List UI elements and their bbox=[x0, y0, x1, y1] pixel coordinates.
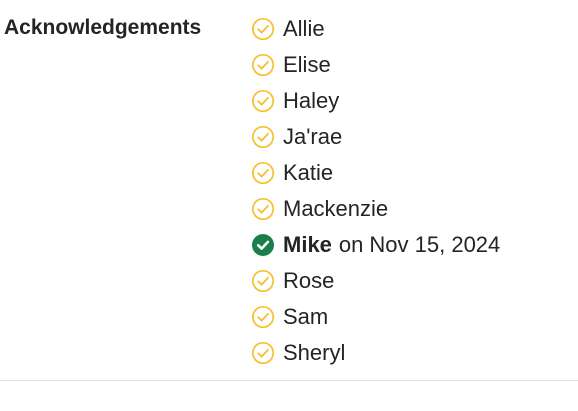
acknowledged-check-circle-icon bbox=[251, 233, 275, 257]
acknowledgement-name: Allie bbox=[283, 16, 325, 41]
acknowledgement-date: Nov 15, 2024 bbox=[369, 232, 501, 257]
acknowledgement-name: Mackenzie bbox=[283, 196, 389, 221]
acknowledgement-name: Mike bbox=[283, 232, 332, 257]
acknowledgement-item: Mike on Nov 15, 2024 bbox=[251, 227, 500, 263]
acknowledgement-item: Mackenzie bbox=[251, 191, 500, 227]
acknowledgement-item: Sam bbox=[251, 299, 500, 335]
pending-check-circle-icon bbox=[251, 161, 275, 185]
pending-check-circle-icon bbox=[251, 53, 275, 77]
acknowledgement-name: Haley bbox=[283, 88, 340, 113]
acknowledgement-item: Elise bbox=[251, 47, 500, 83]
pending-check-circle-icon bbox=[251, 197, 275, 221]
acknowledgement-item: Katie bbox=[251, 155, 500, 191]
acknowledgement-item: Allie bbox=[251, 11, 500, 47]
acknowledgement-date-prefix: on bbox=[338, 232, 364, 257]
acknowledgement-item: Rose bbox=[251, 263, 500, 299]
pending-check-circle-icon bbox=[251, 341, 275, 365]
pending-check-circle-icon bbox=[251, 125, 275, 149]
acknowledgement-name: Rose bbox=[283, 268, 335, 293]
acknowledgement-name: Elise bbox=[283, 52, 331, 77]
acknowledgement-item: Sheryl bbox=[251, 335, 500, 371]
acknowledgement-name: Sam bbox=[283, 304, 329, 329]
pending-check-circle-icon bbox=[251, 305, 275, 329]
acknowledgements-list: Allie Elise Haley Ja'rae Katie Mackenzie Mike o… bbox=[251, 11, 500, 371]
acknowledgement-name: Ja'rae bbox=[283, 124, 343, 149]
pending-check-circle-icon bbox=[251, 89, 275, 113]
acknowledgement-name: Katie bbox=[283, 160, 334, 185]
acknowledgements-section: Acknowledgements Allie Elise Haley Ja'rae Ka… bbox=[0, 0, 578, 411]
acknowledgement-name: Sheryl bbox=[283, 340, 346, 365]
pending-check-circle-icon bbox=[251, 17, 275, 41]
acknowledgement-item: Haley bbox=[251, 83, 500, 119]
section-divider bbox=[0, 380, 578, 381]
pending-check-circle-icon bbox=[251, 269, 275, 293]
acknowledgement-item: Ja'rae bbox=[251, 119, 500, 155]
acknowledgements-label: Acknowledgements bbox=[4, 16, 202, 39]
